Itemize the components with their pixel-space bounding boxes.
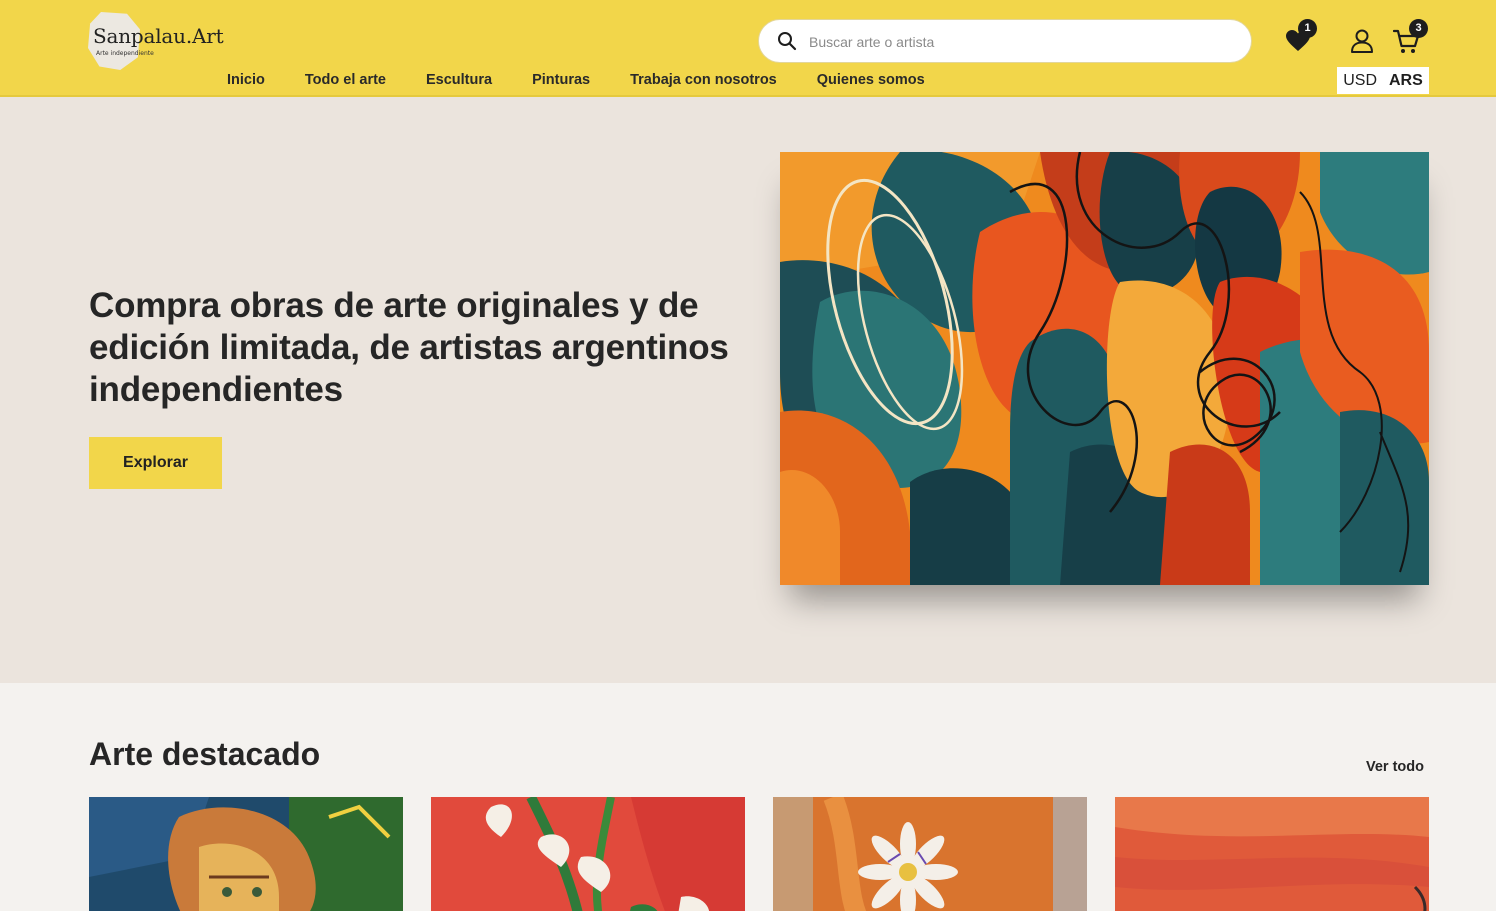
nav-item-escultura[interactable]: Escultura [406, 72, 512, 88]
nav-item-trabaja-con-nosotros[interactable]: Trabaja con nosotros [610, 72, 797, 88]
artwork-thumbnail-portrait [89, 797, 403, 911]
hero-title: Compra obras de arte originales y de edi… [89, 286, 729, 409]
cart-button[interactable]: 3 [1393, 19, 1428, 57]
featured-artwork-card-4[interactable] [1115, 797, 1429, 911]
nav-item-quienes-somos[interactable]: Quienes somos [797, 72, 945, 88]
user-icon [1351, 29, 1373, 53]
brand-logo[interactable]: Sanpalau.Art Arte independiente [88, 10, 228, 72]
artwork-thumbnail-abstract [1115, 797, 1429, 911]
artwork-thumbnail-flower [773, 797, 1087, 911]
explore-button[interactable]: Explorar [89, 437, 222, 489]
favorites-button[interactable]: 1 [1284, 19, 1317, 57]
nav-item-pinturas[interactable]: Pinturas [512, 72, 610, 88]
brand-name: Sanpalau.Art [93, 24, 224, 48]
search-input[interactable] [809, 31, 1229, 53]
see-all-link[interactable]: Ver todo [1366, 759, 1424, 775]
nav-item-inicio[interactable]: Inicio [207, 72, 285, 88]
artwork-thumbnail-lilies [431, 797, 745, 911]
nav-item-todo-el-arte[interactable]: Todo el arte [285, 72, 406, 88]
search-bar [758, 19, 1252, 63]
featured-artwork-card-2[interactable] [431, 797, 745, 911]
cart-count-badge: 3 [1409, 19, 1428, 38]
currency-switcher: USD ARS [1337, 67, 1429, 94]
account-button[interactable] [1348, 27, 1378, 57]
search-icon[interactable] [777, 31, 797, 51]
featured-artwork-card-3[interactable] [773, 797, 1087, 911]
brand-tagline: Arte independiente [96, 50, 154, 57]
currency-ars[interactable]: ARS [1389, 72, 1423, 90]
featured-artwork-card-1[interactable] [89, 797, 403, 911]
featured-section-title: Arte destacado [89, 736, 321, 772]
site-header: Sanpalau.Art Arte independiente Inicio T… [0, 0, 1496, 97]
currency-usd[interactable]: USD [1343, 72, 1377, 90]
main-nav: Inicio Todo el arte Escultura Pinturas T… [207, 72, 945, 88]
favorites-count-badge: 1 [1298, 19, 1317, 38]
hero-section: Compra obras de arte originales y de edi… [0, 97, 1496, 683]
hero-artwork-image [780, 152, 1429, 585]
